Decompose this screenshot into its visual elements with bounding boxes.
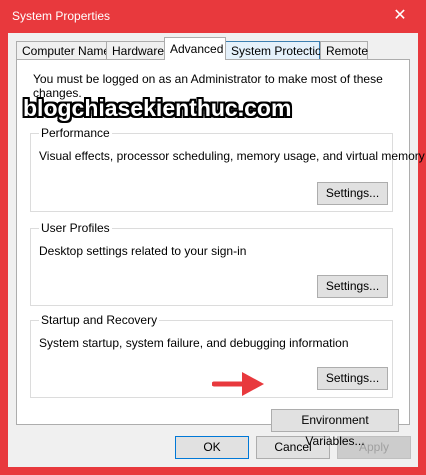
tab-remote[interactable]: Remote: [320, 41, 368, 59]
window-title: System Properties: [12, 9, 111, 23]
environment-variables-button[interactable]: Environment Variables...: [271, 409, 399, 448]
user-profiles-settings-button[interactable]: Settings...: [317, 275, 388, 298]
watermark-text: blogchiasekienthuc.com: [23, 95, 292, 121]
user-profiles-group: User Profiles Desktop settings related t…: [30, 221, 393, 306]
system-properties-window: System Properties ✕ Computer Name Hardwa…: [0, 0, 426, 475]
user-profiles-description: Desktop settings related to your sign-in: [39, 244, 247, 258]
startup-recovery-settings-button[interactable]: Settings...: [317, 367, 388, 390]
close-icon: ✕: [393, 7, 407, 24]
user-profiles-title: User Profiles: [39, 221, 112, 235]
title-bar: System Properties ✕: [0, 0, 426, 33]
performance-settings-button[interactable]: Settings...: [317, 182, 388, 205]
tab-advanced[interactable]: Advanced: [164, 37, 226, 60]
tab-system-protection[interactable]: System Protection: [225, 41, 328, 59]
red-arrow-icon: [212, 372, 264, 396]
tab-computer-name[interactable]: Computer Name: [16, 41, 110, 59]
close-button[interactable]: ✕: [378, 0, 422, 30]
performance-title: Performance: [39, 126, 112, 140]
startup-recovery-description: System startup, system failure, and debu…: [39, 336, 349, 350]
performance-description: Visual effects, processor scheduling, me…: [39, 149, 425, 163]
ok-button[interactable]: OK: [175, 436, 249, 459]
tab-hardware[interactable]: Hardware: [106, 41, 165, 59]
performance-group: Performance Visual effects, processor sc…: [30, 126, 425, 212]
startup-recovery-title: Startup and Recovery: [39, 313, 160, 327]
